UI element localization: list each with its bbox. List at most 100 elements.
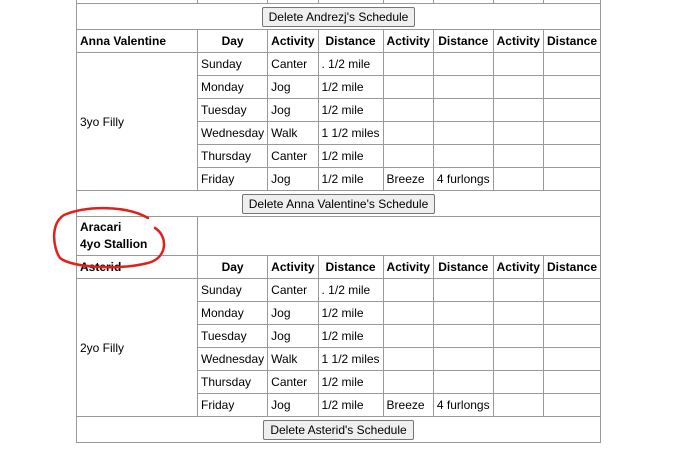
aracari-cell: Aracari 4yo Stallion xyxy=(76,216,198,256)
activity-cell: Walk xyxy=(267,347,319,371)
activity-cell xyxy=(382,324,434,348)
col-activity: Activity xyxy=(267,255,319,279)
table-row: Delete Andrezj's Schedule xyxy=(76,3,601,30)
distance-cell xyxy=(432,370,494,394)
activity-cell: Jog xyxy=(267,98,319,122)
distance-cell xyxy=(432,347,494,371)
activity-cell xyxy=(382,75,434,99)
activity-cell xyxy=(492,347,544,371)
activity-cell xyxy=(382,121,434,145)
col-distance: Distance xyxy=(432,29,494,53)
schedule-container: Delete Andrezj's Schedule Anna Valentine… xyxy=(76,0,602,443)
activity-cell xyxy=(382,370,434,394)
aracari-empty-cell xyxy=(197,216,601,256)
activity-cell xyxy=(382,301,434,325)
horse-name: Asterid xyxy=(76,255,198,279)
aracari-row: Aracari 4yo Stallion xyxy=(76,216,601,256)
activity-cell: Canter xyxy=(267,144,319,168)
activity-cell xyxy=(492,144,544,168)
distance-cell: 4 furlongs xyxy=(432,393,494,417)
header-row-anna-valentine: Anna Valentine Day Activity Distance Act… xyxy=(76,29,602,53)
distance-cell xyxy=(432,52,494,76)
distance-cell: 1/2 mile xyxy=(317,98,384,122)
day-cell: Sunday xyxy=(196,278,269,302)
distance-cell: 1/2 mile xyxy=(317,324,384,348)
table-row: 3yo Filly Sunday Canter . 1/2 mile xyxy=(76,52,602,191)
delete-anna-valentine-schedule-button[interactable]: Delete Anna Valentine's Schedule xyxy=(241,193,436,214)
distance-cell: 1/2 mile xyxy=(317,75,384,99)
distance-cell xyxy=(542,121,602,145)
col-activity: Activity xyxy=(492,255,544,279)
day-cell: Thursday xyxy=(196,144,269,168)
day-cell: Friday xyxy=(196,393,269,417)
distance-cell xyxy=(542,301,602,325)
distance-cell xyxy=(542,393,602,417)
activity-cell: Jog xyxy=(267,167,319,191)
distance-cell: 1 1/2 miles xyxy=(317,347,384,371)
col-activity: Activity xyxy=(492,29,544,53)
col-distance: Distance xyxy=(317,29,384,53)
day-cell: Thursday xyxy=(196,370,269,394)
schedule-table: Delete Andrezj's Schedule Anna Valentine… xyxy=(76,0,602,443)
day-cell: Tuesday xyxy=(196,324,269,348)
activity-cell xyxy=(382,52,434,76)
distance-cell xyxy=(542,370,602,394)
distance-cell: 1/2 mile xyxy=(317,167,384,191)
activity-cell xyxy=(492,278,544,302)
distance-cell xyxy=(432,301,494,325)
day-cell: Monday xyxy=(196,301,269,325)
day-cell: Sunday xyxy=(196,52,269,76)
day-cell: Tuesday xyxy=(196,98,269,122)
table-row: 2yo Filly Sunday Canter . 1/2 mile xyxy=(76,278,602,417)
distance-cell xyxy=(542,144,602,168)
activity-cell xyxy=(492,98,544,122)
distance-cell xyxy=(542,98,602,122)
distance-cell xyxy=(542,167,602,191)
activity-cell: Canter xyxy=(267,370,319,394)
aracari-desc: 4yo Stallion xyxy=(80,237,148,251)
distance-cell xyxy=(432,144,494,168)
distance-cell xyxy=(542,278,602,302)
activity-cell: Jog xyxy=(267,75,319,99)
distance-cell xyxy=(432,324,494,348)
distance-cell xyxy=(432,98,494,122)
day-cell: Monday xyxy=(196,75,269,99)
delete-asterid-schedule-button[interactable]: Delete Asterid's Schedule xyxy=(263,419,414,440)
activity-cell: Jog xyxy=(267,393,319,417)
distance-cell: . 1/2 mile xyxy=(317,278,384,302)
delete-andrezj-schedule-button[interactable]: Delete Andrezj's Schedule xyxy=(261,6,416,27)
distance-cell: 1/2 mile xyxy=(317,393,384,417)
aracari-name: Aracari xyxy=(80,220,122,234)
col-distance: Distance xyxy=(542,255,602,279)
activity-cell: Breeze xyxy=(382,393,434,417)
col-day: Day xyxy=(196,255,269,279)
day-cell: Friday xyxy=(196,167,269,191)
activity-cell: Canter xyxy=(267,278,319,302)
distance-cell: 1/2 mile xyxy=(317,301,384,325)
distance-cell: 1 1/2 miles xyxy=(317,121,384,145)
distance-cell: 1/2 mile xyxy=(317,370,384,394)
activity-cell xyxy=(492,167,544,191)
col-activity: Activity xyxy=(267,29,319,53)
horse-description: 3yo Filly xyxy=(76,52,198,191)
horse-name: Anna Valentine xyxy=(76,29,198,53)
activity-cell: Walk xyxy=(267,121,319,145)
activity-cell xyxy=(382,144,434,168)
activity-cell: Breeze xyxy=(382,167,434,191)
activity-cell xyxy=(382,278,434,302)
activity-cell: Jog xyxy=(267,324,319,348)
col-distance: Distance xyxy=(317,255,384,279)
distance-cell xyxy=(542,75,602,99)
horse-description: 2yo Filly xyxy=(76,278,198,417)
distance-cell: . 1/2 mile xyxy=(317,52,384,76)
activity-cell xyxy=(382,347,434,371)
activity-cell: Jog xyxy=(267,301,319,325)
table-row: Delete Anna Valentine's Schedule xyxy=(76,190,601,217)
activity-cell xyxy=(492,75,544,99)
distance-cell xyxy=(432,75,494,99)
activity-cell xyxy=(492,52,544,76)
col-activity: Activity xyxy=(382,29,434,53)
activity-cell xyxy=(492,121,544,145)
distance-cell xyxy=(432,121,494,145)
distance-cell xyxy=(542,52,602,76)
